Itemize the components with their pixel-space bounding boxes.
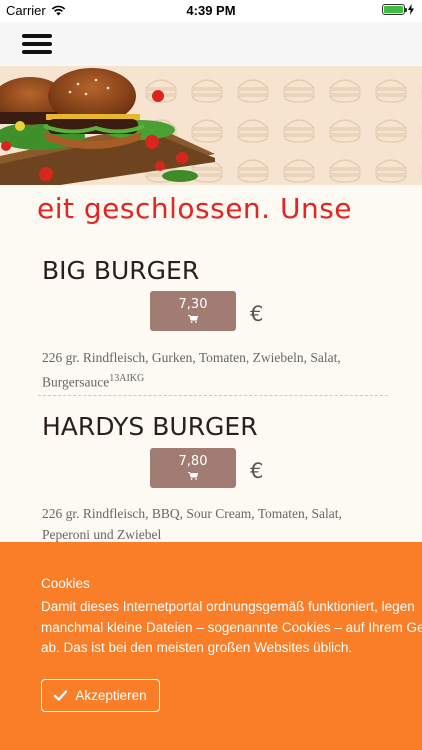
item-description-line: Burgersauce: [42, 374, 110, 390]
hero-image: [0, 66, 422, 185]
checkmark-icon: [54, 690, 68, 701]
info-ticker: eit geschlossen. Unse: [0, 192, 422, 232]
accept-label: Akzeptieren: [75, 688, 147, 703]
charging-bolt-icon: [408, 4, 414, 15]
price-label: 7,30: [178, 297, 208, 312]
currency-symbol: €: [250, 302, 264, 326]
cookie-title: Cookies: [41, 576, 90, 591]
cart-icon: [188, 315, 198, 323]
accept-cookies-button[interactable]: Akzeptieren: [41, 679, 160, 712]
status-bar: Carrier 4:39 PM: [0, 0, 422, 22]
item-divider: [38, 395, 388, 396]
cookie-text: Damit dieses Internetportal ordnungsgemä…: [41, 597, 422, 659]
price-label: 7,80: [178, 454, 208, 469]
allergen-codes: 13AIKG: [109, 373, 145, 384]
item-title: BIG BURGER: [42, 256, 200, 285]
item-title: HARDYS BURGER: [42, 412, 258, 441]
add-to-cart-button[interactable]: 7,80: [150, 448, 236, 488]
battery-icon: [382, 4, 407, 15]
item-description: 226 gr. Rindfleisch, BBQ, Sour Cream, To…: [42, 503, 372, 545]
cart-icon: [188, 472, 198, 480]
cookie-banner: Cookies Damit dieses Internetportal ordn…: [0, 542, 422, 750]
item-description-line: 226 gr. Rindfleisch, Gurken, Tomaten, Zw…: [42, 350, 341, 365]
cookie-text-line: manchmal kleine Dateien – sogenannte Coo…: [41, 619, 422, 635]
burger-illustration: [0, 66, 422, 185]
currency-symbol: €: [250, 459, 264, 483]
hamburger-menu-icon[interactable]: [22, 31, 52, 57]
item-description: 226 gr. Rindfleisch, Gurken, Tomaten, Zw…: [42, 347, 372, 393]
add-to-cart-button[interactable]: 7,30: [150, 291, 236, 331]
cookie-text-line: Damit dieses Internetportal ordnungsgemä…: [41, 599, 415, 614]
navigation-bar: [0, 22, 422, 66]
item-description-line: 226 gr. Rindfleisch, BBQ, Sour Cream, To…: [42, 506, 342, 521]
cookie-text-line: ab. Das ist bei den meisten großen Websi…: [41, 640, 353, 655]
clock: 4:39 PM: [186, 3, 236, 18]
ticker-text: eit geschlossen. Unse: [37, 192, 353, 225]
